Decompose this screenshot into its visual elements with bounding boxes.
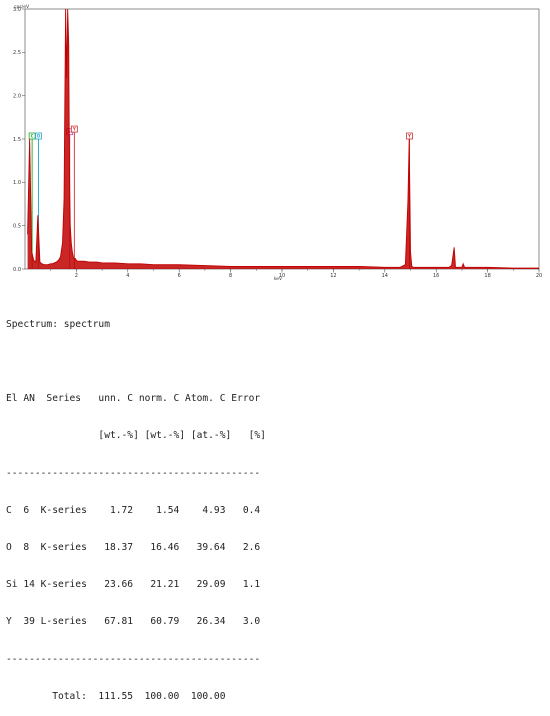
- x-tick-label: 14: [382, 273, 388, 279]
- plot-border: [24, 8, 540, 270]
- y-tick-label: 1.5: [13, 137, 21, 143]
- spectrum-name: Spectrum: spectrum: [6, 318, 110, 330]
- table-row: C 6 K-series 1.72 1.54 4.93 0.4: [6, 504, 261, 516]
- x-tick-label: 20: [536, 273, 542, 279]
- x-tick-label: 16: [433, 273, 439, 279]
- plot-frame: [24, 8, 540, 270]
- table-divider: ----------------------------------------…: [6, 653, 261, 665]
- element-marker-label: C: [31, 133, 34, 138]
- y-axis: 0.00.51.01.52.02.53.0: [13, 7, 25, 273]
- eds-spectrum-chart: 0.00.51.01.52.02.53.0 2 4 6 8 10 12 14 16 18 20 C…: [13, 4, 542, 282]
- table-divider: ----------------------------------------…: [6, 467, 261, 479]
- element-marker-label: O: [37, 133, 41, 138]
- y-tick-label: 0.0: [13, 267, 21, 273]
- table-header-units: [wt.-%] [wt.-%] [at.-%] [%]: [6, 430, 266, 442]
- element-markers: C OSiYY: [28, 125, 413, 269]
- x-tick-label: 2: [75, 273, 78, 279]
- table-row: O 8 K-series 18.37 16.46 39.64 2.6: [6, 542, 261, 554]
- x-tick-label: 18: [484, 273, 490, 279]
- table-row: Y 39 L-series 67.81 60.79 26.34 3.0: [6, 616, 261, 628]
- element-marker-label: Y: [407, 133, 411, 138]
- x-axis: 2 4 6 8 10 12 14 16 18 20: [50, 269, 542, 279]
- y-tick-label: 2.0: [13, 93, 21, 99]
- x-tick-label: 6: [178, 273, 181, 279]
- quantification-report: Spectrum: spectrum El AN Series unn. C n…: [6, 294, 266, 716]
- spectrum-line: [27, 8, 539, 269]
- spectrum-fill: [27, 9, 539, 269]
- table-row: Si 14 K-series 23.66 21.21 29.09 1.1: [6, 579, 261, 591]
- spectrum-series: [27, 8, 539, 269]
- table-header: El AN Series unn. C norm. C Atom. C Erro…: [6, 393, 261, 405]
- x-tick-label: 4: [126, 273, 129, 279]
- x-tick-label: 12: [330, 273, 336, 279]
- element-marker-label: Y: [72, 126, 76, 131]
- y-tick-label: 1.0: [13, 180, 21, 186]
- x-axis-title: keV: [274, 276, 283, 282]
- y-tick-label: 2.5: [13, 50, 21, 56]
- y-tick-label: 0.5: [13, 223, 21, 229]
- table-total: Total: 111.55 100.00 100.00: [6, 690, 226, 702]
- y-axis-title: cps/eV: [14, 4, 30, 10]
- x-tick-label: 8: [229, 273, 232, 279]
